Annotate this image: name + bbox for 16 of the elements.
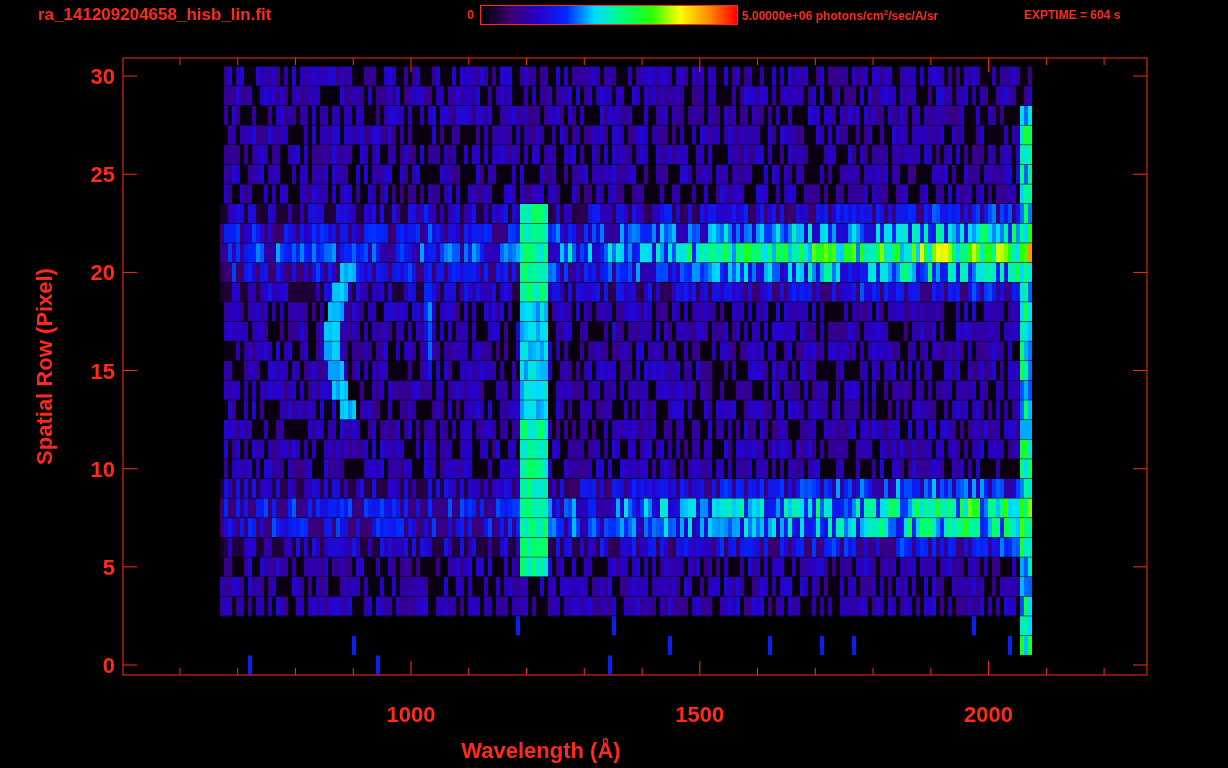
file-title: ra_141209204658_hisb_lin.fit <box>38 5 273 25</box>
y-axis-title: Spatial Row (Pixel) <box>32 268 57 465</box>
y-tick-label: 15 <box>90 358 115 384</box>
y-tick-label: 30 <box>90 64 115 90</box>
y-tick-label: 5 <box>102 554 115 580</box>
colorbar-min-label: 0 <box>466 8 474 22</box>
x-tick-label: 1000 <box>386 702 436 727</box>
y-tick-label: 10 <box>90 456 115 482</box>
y-tick-label: 25 <box>90 162 115 188</box>
exposure-time-label: EXPTIME = 604 s <box>1024 8 1121 22</box>
colorbar-max-label: 5.00000e+06 photons/cm$^{2}$/sec/A/sr <box>742 7 940 23</box>
x-axis-title: Wavelength (Å) <box>461 738 621 763</box>
x-tick-label: 2000 <box>964 702 1014 727</box>
y-tick-label: 0 <box>102 653 115 678</box>
x-tick-label: 1500 <box>675 702 725 727</box>
y-tick-label: 20 <box>90 260 115 286</box>
